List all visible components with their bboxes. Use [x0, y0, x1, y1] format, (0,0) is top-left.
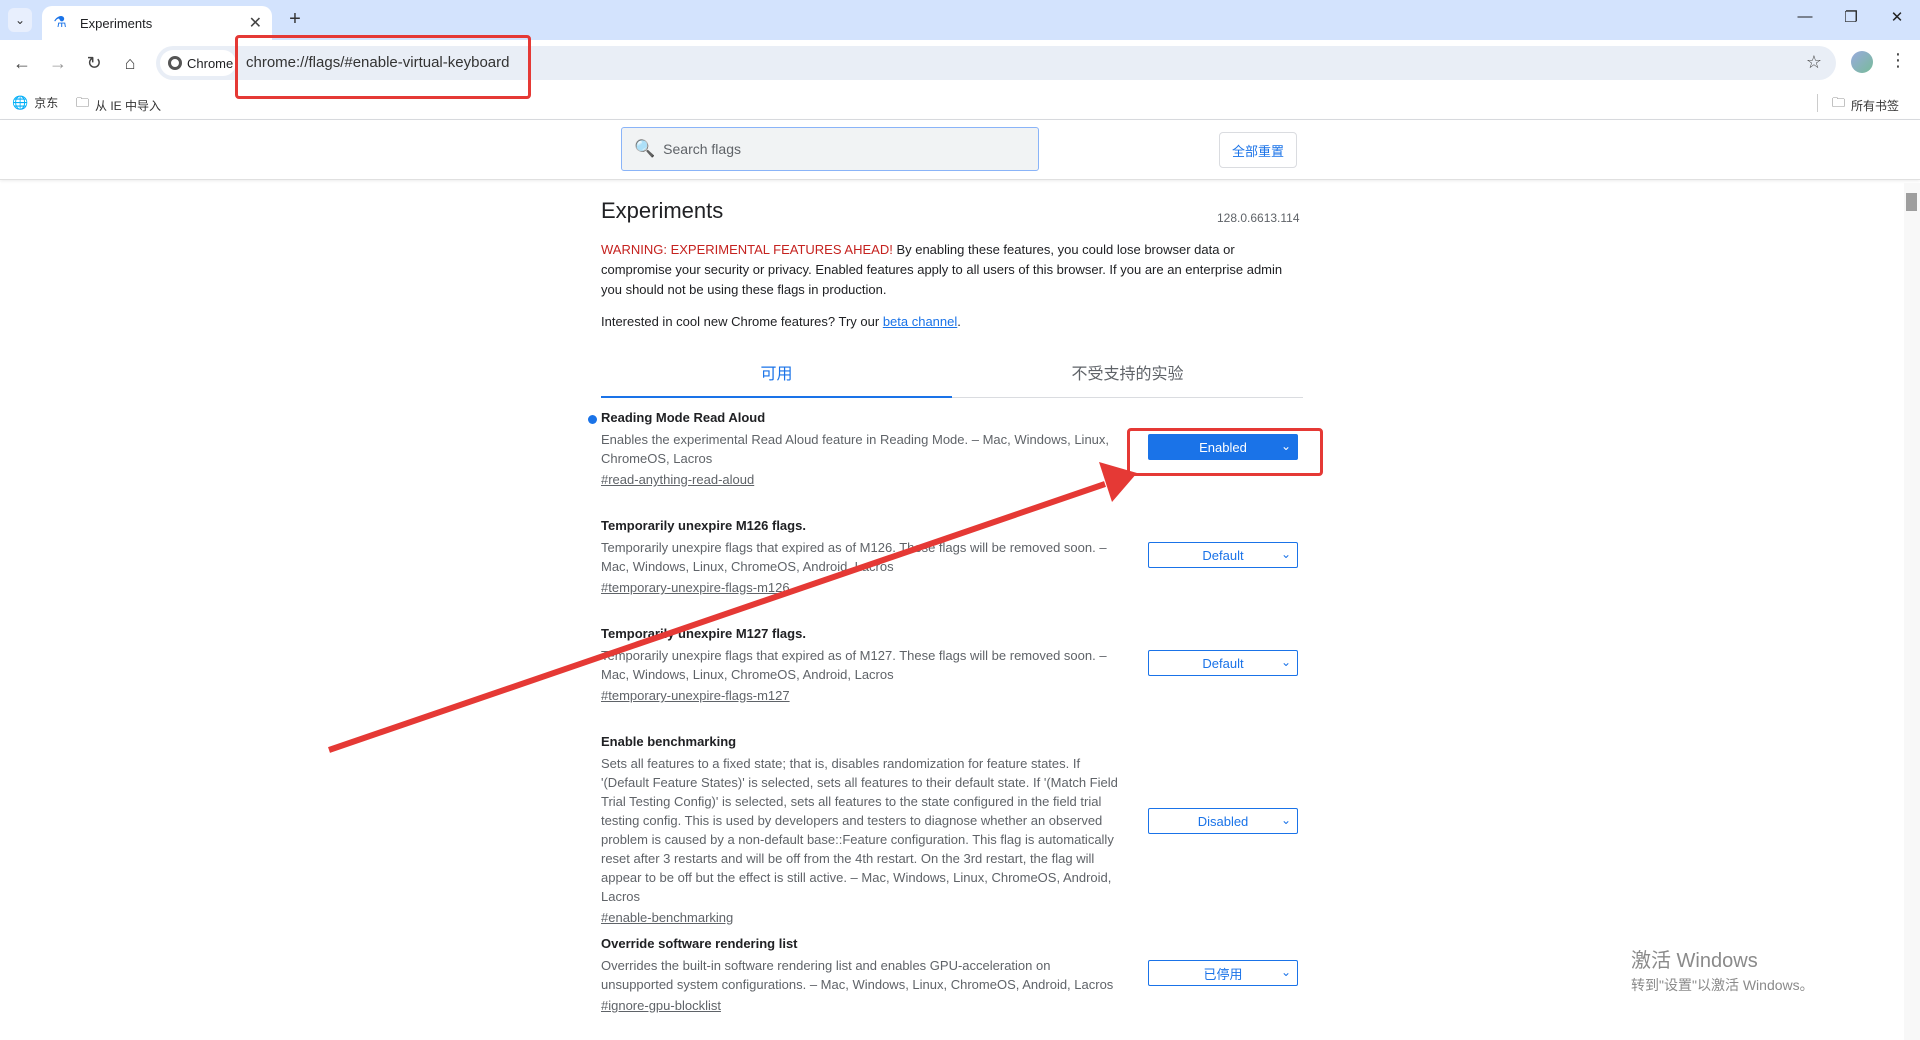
- activation-title: 激活 Windows: [1631, 950, 1758, 972]
- windows-activation-watermark: 激活 Windows 转到"设置"以激活 Windows。: [1631, 944, 1814, 995]
- activation-subtitle: 转到"设置"以激活 Windows。: [1631, 977, 1814, 993]
- arrow-line: [328, 481, 1106, 753]
- annotation-arrow: [328, 462, 1137, 753]
- arrow-head: [1099, 462, 1137, 502]
